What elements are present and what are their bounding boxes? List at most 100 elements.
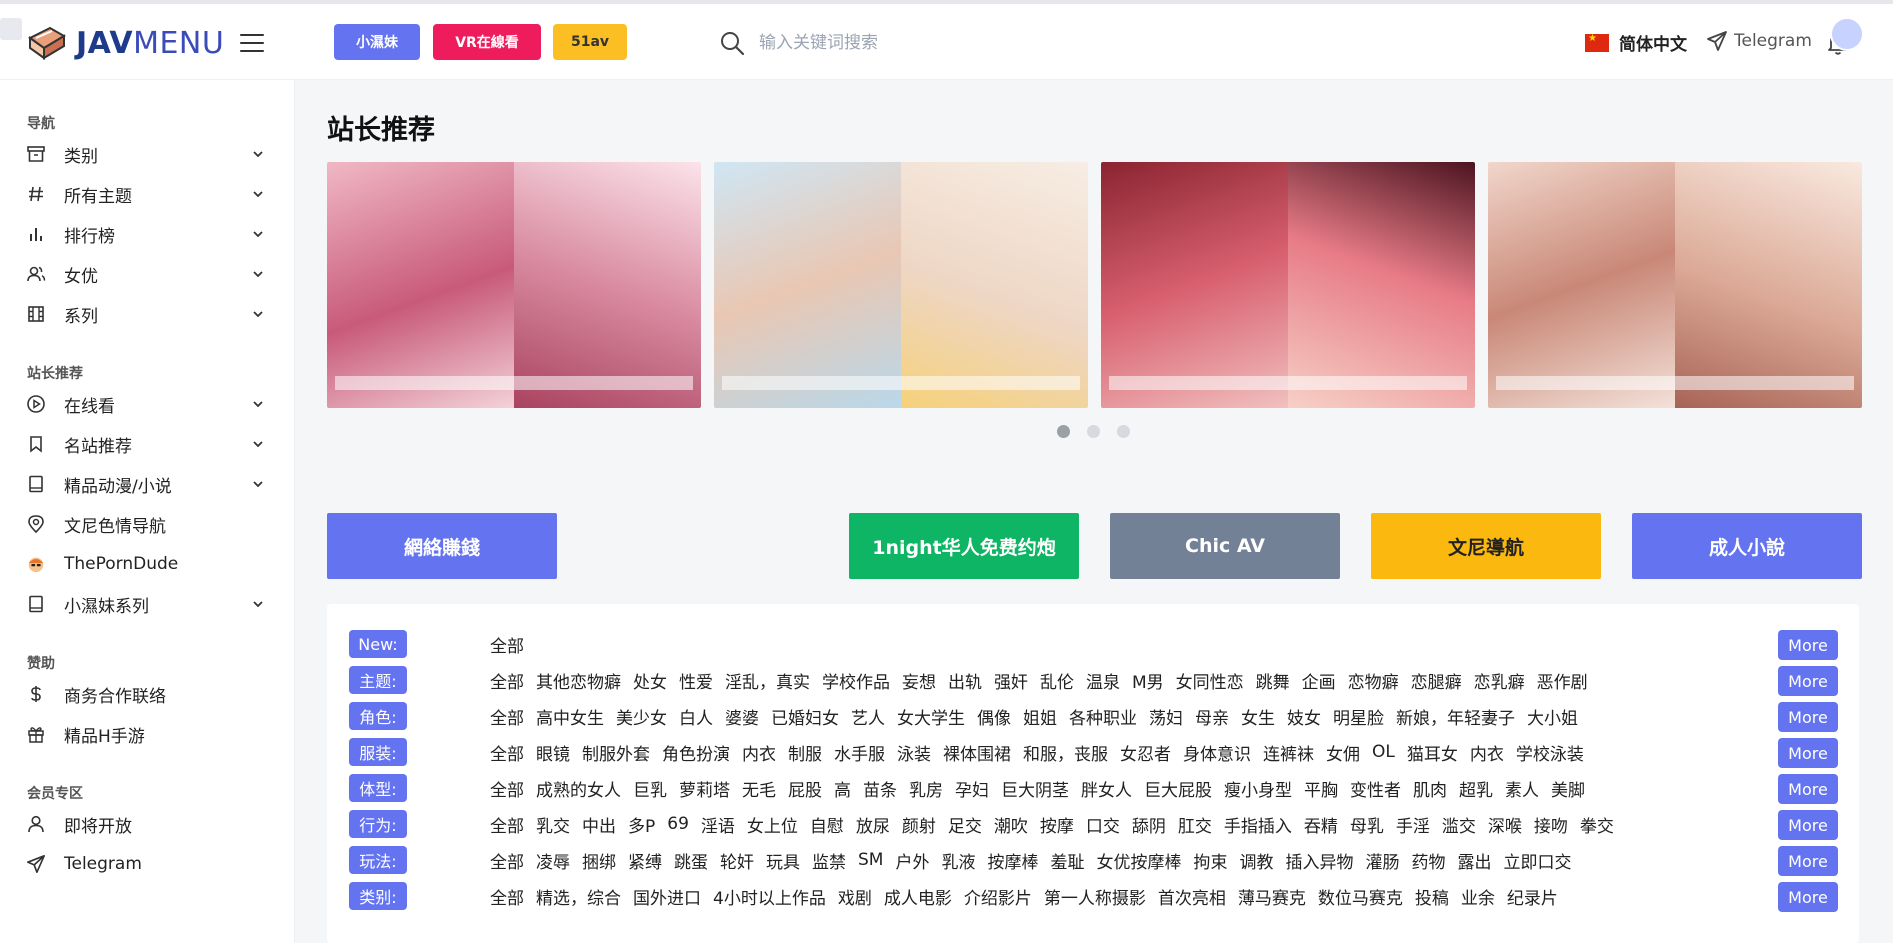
carousel-banner-3[interactable] bbox=[1101, 162, 1475, 408]
filter-item[interactable]: 口交 bbox=[1086, 812, 1120, 837]
filter-item[interactable]: 业余 bbox=[1461, 884, 1495, 909]
filter-item[interactable]: 吞精 bbox=[1304, 812, 1338, 837]
filter-item[interactable]: 颜射 bbox=[902, 812, 936, 837]
filter-item[interactable]: 淫乱，真实 bbox=[725, 668, 810, 693]
search-input[interactable] bbox=[757, 26, 1261, 60]
filter-row-tag[interactable]: 玩法: bbox=[349, 846, 407, 874]
filter-item[interactable]: 巨大屁股 bbox=[1144, 776, 1212, 801]
filter-item[interactable]: SM bbox=[858, 850, 883, 870]
filter-item[interactable]: 美少女 bbox=[616, 704, 667, 729]
filter-item[interactable]: 出轨 bbox=[948, 668, 982, 693]
filter-item[interactable]: 玩具 bbox=[766, 848, 800, 873]
filter-item[interactable]: 苗条 bbox=[863, 776, 897, 801]
filter-item[interactable]: 户外 bbox=[895, 848, 929, 873]
filter-row-tag[interactable]: 角色: bbox=[349, 702, 407, 730]
filter-item[interactable]: 拳交 bbox=[1580, 812, 1614, 837]
filter-item[interactable]: 屁股 bbox=[788, 776, 822, 801]
menu-toggle-icon[interactable] bbox=[240, 34, 264, 54]
filter-item[interactable]: 女佣 bbox=[1326, 740, 1360, 765]
filter-item[interactable]: 巨大阴茎 bbox=[1001, 776, 1069, 801]
filter-item[interactable]: 成熟的女人 bbox=[536, 776, 621, 801]
filter-item[interactable]: 全部 bbox=[490, 632, 524, 657]
filter-item[interactable]: 强奸 bbox=[994, 668, 1028, 693]
avatar[interactable] bbox=[1830, 17, 1864, 51]
filter-item[interactable]: 妄想 bbox=[902, 668, 936, 693]
filter-item[interactable]: 白人 bbox=[679, 704, 713, 729]
filter-item[interactable]: 女大学生 bbox=[897, 704, 965, 729]
filter-item[interactable]: 女优按摩棒 bbox=[1096, 848, 1181, 873]
filter-item[interactable]: 拘束 bbox=[1193, 848, 1227, 873]
filter-row-tag[interactable]: 主题: bbox=[349, 666, 407, 694]
filter-item[interactable]: 全部 bbox=[490, 776, 524, 801]
filter-item[interactable]: 凌辱 bbox=[536, 848, 570, 873]
filter-item[interactable]: 偶像 bbox=[977, 704, 1011, 729]
filter-item[interactable]: 乳交 bbox=[536, 812, 570, 837]
filter-item[interactable]: 首次亮相 bbox=[1158, 884, 1226, 909]
filter-item[interactable]: 药物 bbox=[1411, 848, 1445, 873]
pill-link-3[interactable]: 51av bbox=[553, 24, 627, 60]
filter-item[interactable]: 制服 bbox=[788, 740, 822, 765]
link-button-chic-av[interactable]: Chic AV bbox=[1110, 513, 1340, 579]
link-button-make-money[interactable]: 網絡賺錢 bbox=[327, 513, 557, 579]
more-button[interactable]: More bbox=[1778, 774, 1838, 804]
filter-item[interactable]: 内衣 bbox=[1470, 740, 1504, 765]
filter-item[interactable]: 按摩 bbox=[1040, 812, 1074, 837]
filter-item[interactable]: 处女 bbox=[633, 668, 667, 693]
filter-item[interactable]: 高中女生 bbox=[536, 704, 604, 729]
filter-item[interactable]: 手淫 bbox=[1396, 812, 1430, 837]
sidebar-item-anime-novels[interactable]: 精品动漫/小说 bbox=[26, 466, 266, 502]
filter-item[interactable]: 姐姐 bbox=[1023, 704, 1057, 729]
filter-item[interactable]: 轮奸 bbox=[720, 848, 754, 873]
filter-item[interactable]: 全部 bbox=[490, 884, 524, 909]
carousel-banner-4[interactable] bbox=[1488, 162, 1862, 408]
filter-item[interactable]: 全部 bbox=[490, 812, 524, 837]
filter-item[interactable]: 肌肉 bbox=[1413, 776, 1447, 801]
carousel-dot[interactable] bbox=[1117, 425, 1130, 438]
more-button[interactable]: More bbox=[1778, 846, 1838, 876]
filter-item[interactable]: 69 bbox=[667, 814, 689, 834]
carousel-banner-1[interactable] bbox=[327, 162, 701, 408]
filter-item[interactable]: 肛交 bbox=[1178, 812, 1212, 837]
filter-item[interactable]: 企画 bbox=[1302, 668, 1336, 693]
filter-item[interactable]: 学校泳装 bbox=[1516, 740, 1584, 765]
filter-item[interactable]: 羞耻 bbox=[1050, 848, 1084, 873]
search-icon[interactable] bbox=[719, 30, 745, 56]
filter-item[interactable]: 潮吹 bbox=[994, 812, 1028, 837]
filter-item[interactable]: 猫耳女 bbox=[1407, 740, 1458, 765]
link-button-adult-novels[interactable]: 成人小說 bbox=[1632, 513, 1862, 579]
filter-item[interactable]: 插入异物 bbox=[1285, 848, 1353, 873]
filter-item[interactable]: 全部 bbox=[490, 848, 524, 873]
filter-item[interactable]: 胖女人 bbox=[1081, 776, 1132, 801]
pill-link-1[interactable]: 小濕妹 bbox=[334, 24, 420, 60]
filter-item[interactable]: 4小时以上作品 bbox=[713, 884, 826, 909]
more-button[interactable]: More bbox=[1778, 630, 1838, 660]
filter-item[interactable]: 多P bbox=[628, 812, 655, 837]
filter-item[interactable]: 萝莉塔 bbox=[679, 776, 730, 801]
filter-item[interactable]: 荡妇 bbox=[1149, 704, 1183, 729]
filter-item[interactable]: 大小姐 bbox=[1527, 704, 1578, 729]
pill-link-2[interactable]: VR在線看 bbox=[433, 24, 541, 60]
filter-item[interactable]: 已婚妇女 bbox=[771, 704, 839, 729]
sidebar-item-watch-online[interactable]: 在线看 bbox=[26, 386, 266, 422]
filter-item[interactable]: 中出 bbox=[582, 812, 616, 837]
sidebar-item-recommended-sites[interactable]: 名站推荐 bbox=[26, 426, 266, 462]
more-button[interactable]: More bbox=[1778, 882, 1838, 912]
filter-item[interactable]: 深喉 bbox=[1488, 812, 1522, 837]
filter-item[interactable]: 其他恋物癖 bbox=[536, 668, 621, 693]
more-button[interactable]: More bbox=[1778, 702, 1838, 732]
filter-item[interactable]: 裸体围裙 bbox=[943, 740, 1011, 765]
filter-item[interactable]: 手指插入 bbox=[1224, 812, 1292, 837]
filter-item[interactable]: 女上位 bbox=[747, 812, 798, 837]
filter-item[interactable]: 捆绑 bbox=[582, 848, 616, 873]
filter-item[interactable]: 新娘，年轻妻子 bbox=[1396, 704, 1515, 729]
filter-item[interactable]: 监禁 bbox=[812, 848, 846, 873]
filter-item[interactable]: 制服外套 bbox=[582, 740, 650, 765]
filter-item[interactable]: 薄马赛克 bbox=[1238, 884, 1306, 909]
filter-item[interactable]: 明星脸 bbox=[1333, 704, 1384, 729]
filter-item[interactable]: 身体意识 bbox=[1183, 740, 1251, 765]
filter-item[interactable]: 恋腿癖 bbox=[1411, 668, 1462, 693]
filter-item[interactable]: 乱伦 bbox=[1040, 668, 1074, 693]
sidebar-item-topics[interactable]: 所有主题 bbox=[26, 176, 266, 212]
filter-item[interactable]: 放尿 bbox=[856, 812, 890, 837]
link-button-1night[interactable]: 1night华人免费约炮 bbox=[849, 513, 1079, 579]
